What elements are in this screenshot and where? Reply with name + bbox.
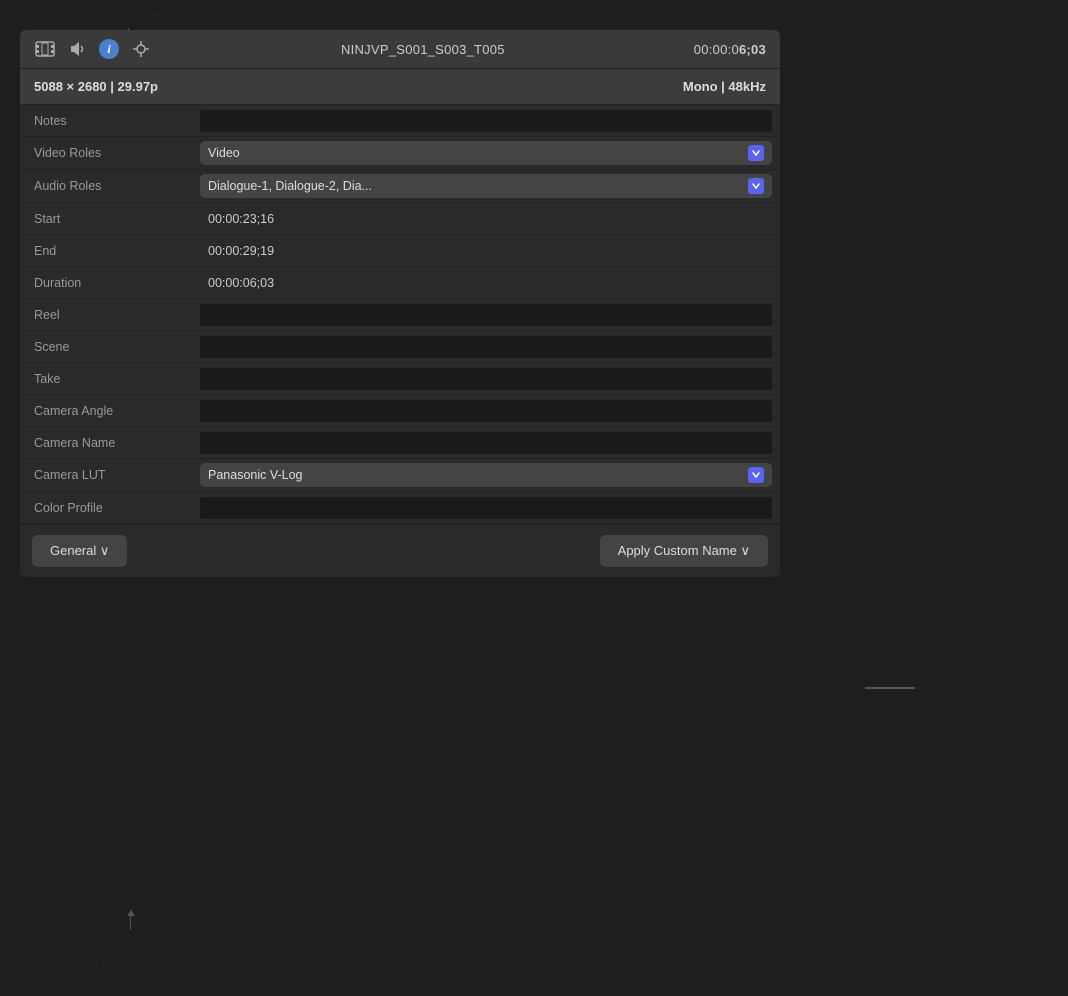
film-icon[interactable]	[34, 38, 56, 60]
dropdown-camera-lut[interactable]: Panasonic V-Log	[200, 463, 772, 487]
toolbar: i NINJVP_S001_S003_T005 00:00:06;03	[20, 30, 780, 69]
apply-custom-name-button[interactable]: Apply Custom Name ∨	[600, 535, 768, 567]
field-label-color-profile: Color Profile	[20, 495, 200, 521]
field-row: Scene	[20, 331, 780, 363]
input-color-profile[interactable]	[200, 497, 772, 519]
transform-icon[interactable]	[130, 38, 152, 60]
info-bar-resolution: 5088 × 2680 | 29.97p	[34, 79, 158, 94]
info-icon[interactable]: i	[98, 38, 120, 60]
field-label-camera-angle: Camera Angle	[20, 398, 200, 424]
field-row: Duration00:00:06;03	[20, 267, 780, 299]
chevron-down-icon	[748, 178, 764, 194]
field-row: Audio Roles Dialogue-1, Dialogue-2, Dia..…	[20, 170, 780, 203]
info-bar: 5088 × 2680 | 29.97p Mono | 48kHz	[20, 69, 780, 105]
field-label-camera-name: Camera Name	[20, 430, 200, 456]
annotation-camera-lut-label: Camera LUT setting	[923, 680, 1048, 696]
apply-custom-name-label: Apply Custom Name ∨	[618, 543, 750, 559]
annotation-bottom-wrapper: Choose General, Extended, or Settings.	[20, 910, 158, 972]
chevron-down-icon	[748, 467, 764, 483]
general-button[interactable]: General ∨	[32, 535, 127, 567]
input-reel[interactable]	[200, 304, 772, 326]
dropdown-text: Dialogue-1, Dialogue-2, Dia...	[208, 179, 372, 193]
timecode-bold: 6;03	[739, 42, 766, 57]
info-bar-audio: Mono | 48kHz	[683, 79, 766, 94]
field-label-notes: Notes	[20, 108, 200, 134]
input-camera-angle[interactable]	[200, 400, 772, 422]
chevron-down-icon	[748, 145, 764, 161]
dropdown-audio-roles[interactable]: Dialogue-1, Dialogue-2, Dia...	[200, 174, 772, 198]
annotation-line	[865, 687, 915, 689]
field-value-end: 00:00:29;19	[200, 240, 780, 262]
field-row: Notes	[20, 105, 780, 137]
fields-container: Notes Video Roles Video Audio Roles Dialogue…	[20, 105, 780, 524]
field-label-end: End	[20, 238, 200, 264]
input-camera-name[interactable]	[200, 432, 772, 454]
dropdown-text: Video	[208, 146, 240, 160]
field-value-duration: 00:00:06;03	[200, 272, 780, 294]
annotation-bottom-label: Choose General, Extended, or Settings.	[20, 930, 158, 972]
field-row: Video Roles Video	[20, 137, 780, 170]
field-label-camera-lut: Camera LUT	[20, 462, 200, 488]
field-row: Camera LUT Panasonic V-Log	[20, 459, 780, 492]
timecode-pre: 00:00:0	[694, 42, 739, 57]
bottom-bar: General ∨ Apply Custom Name ∨	[20, 524, 780, 577]
field-row: Start00:00:23;16	[20, 203, 780, 235]
field-label-scene: Scene	[20, 334, 200, 360]
input-scene[interactable]	[200, 336, 772, 358]
field-row: End00:00:29;19	[20, 235, 780, 267]
field-label-duration: Duration	[20, 270, 200, 296]
audio-icon[interactable]	[66, 38, 88, 60]
info-icon-circle: i	[99, 39, 119, 59]
dropdown-text: Panasonic V-Log	[208, 468, 303, 482]
field-row: Color Profile	[20, 492, 780, 524]
field-row: Take	[20, 363, 780, 395]
field-row: Camera Angle	[20, 395, 780, 427]
info-panel: i NINJVP_S001_S003_T005 00:00:06;03	[20, 30, 780, 577]
field-label-video-roles: Video Roles	[20, 140, 200, 166]
toolbar-timecode: 00:00:06;03	[694, 42, 766, 57]
toolbar-title: NINJVP_S001_S003_T005	[162, 42, 684, 57]
annotation-camera-lut: Camera LUT setting	[865, 680, 1048, 696]
field-label-audio-roles: Audio Roles	[20, 173, 200, 199]
input-take[interactable]	[200, 368, 772, 390]
general-button-label: General ∨	[50, 543, 109, 559]
annotation-top-label: Click the Info button.	[108, 4, 236, 20]
dropdown-video-roles[interactable]: Video	[200, 141, 772, 165]
field-label-start: Start	[20, 206, 200, 232]
annotation-bottom-arrow	[130, 910, 132, 930]
field-value-start: 00:00:23;16	[200, 208, 780, 230]
field-label-take: Take	[20, 366, 200, 392]
field-label-reel: Reel	[20, 302, 200, 328]
input-notes[interactable]	[200, 110, 772, 132]
field-row: Reel	[20, 299, 780, 331]
field-row: Camera Name	[20, 427, 780, 459]
